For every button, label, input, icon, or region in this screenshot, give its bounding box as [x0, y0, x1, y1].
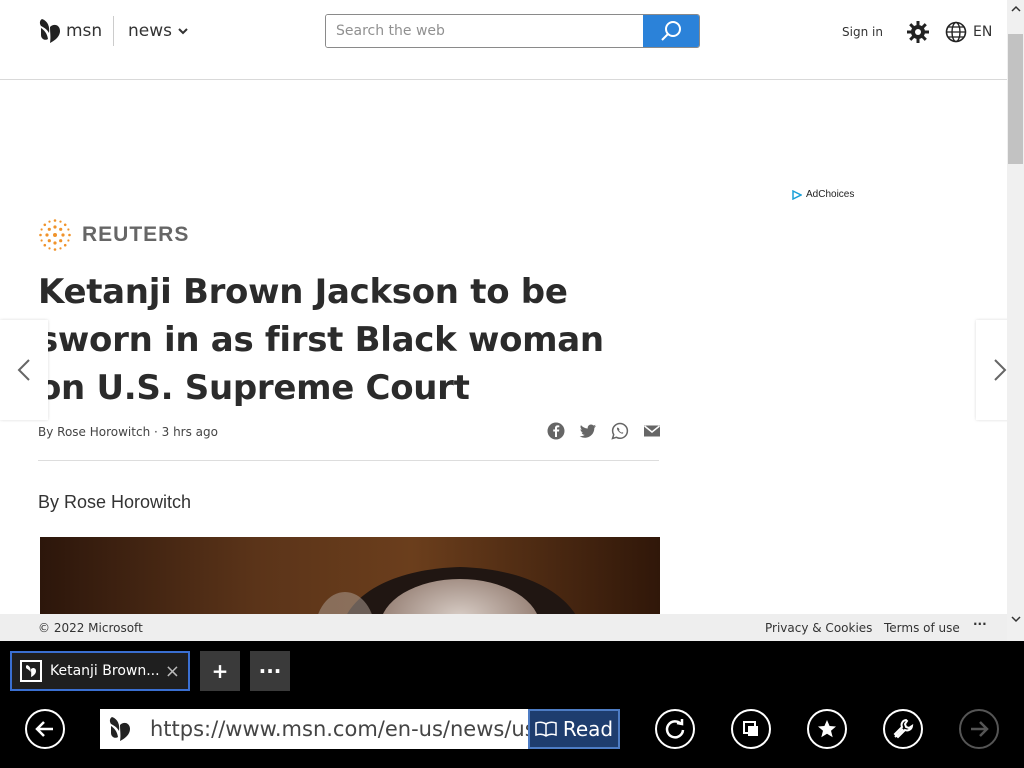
privacy-link[interactable]: Privacy & Cookies [765, 621, 872, 635]
search-input[interactable] [326, 15, 643, 47]
refresh-icon [665, 719, 685, 739]
scroll-up-button[interactable] [1007, 0, 1024, 16]
adchoices-link[interactable]: AdChoices [792, 189, 854, 200]
scroll-down-button[interactable] [1007, 611, 1024, 627]
adchoices-icon [792, 189, 802, 200]
byline-meta: By Rose Horowitch · 3 hrs ago [38, 425, 218, 439]
read-label: Read [562, 717, 614, 741]
settings-button[interactable] [906, 20, 930, 48]
refresh-button[interactable] [655, 709, 695, 749]
article-headline: Ketanji Brown Jackson to be sworn in as … [38, 272, 604, 408]
page-footer: © 2022 Microsoft Privacy & Cookies Terms… [0, 614, 1007, 641]
twitter-share-button[interactable] [579, 422, 597, 444]
browser-tab[interactable]: Ketanji Brown... × [10, 651, 190, 691]
star-icon [818, 720, 836, 738]
site-favicon-icon [100, 709, 140, 749]
copyright-text: © 2022 Microsoft [38, 621, 143, 635]
chevron-up-icon [1010, 5, 1021, 12]
language-label: EN [973, 24, 993, 40]
msn-favicon-icon [20, 660, 42, 682]
logo-text: msn [66, 21, 103, 41]
scroll-thumb[interactable] [1008, 34, 1023, 164]
terms-link[interactable]: Terms of use [884, 621, 960, 635]
new-tab-button[interactable]: + [200, 651, 240, 691]
page-tools-button[interactable] [883, 709, 923, 749]
search-box [325, 14, 700, 48]
mail-icon [644, 425, 660, 437]
email-share-button[interactable] [643, 422, 661, 444]
tab-options-button[interactable]: ··· [250, 651, 290, 691]
wrench-icon [893, 718, 914, 739]
source-name: REUTERS [82, 223, 190, 246]
forward-button[interactable] [959, 709, 999, 749]
web-viewport: msn news Sign in [0, 0, 1024, 641]
facebook-icon [547, 422, 565, 440]
back-arrow-icon [35, 721, 53, 737]
pin-page-icon [743, 721, 758, 736]
search-icon [661, 21, 681, 41]
header-divider [113, 16, 114, 46]
facebook-share-button[interactable] [547, 422, 565, 444]
language-selector[interactable]: EN [945, 21, 992, 43]
gear-icon [907, 21, 929, 43]
chevron-down-icon [1010, 615, 1021, 622]
msn-logo[interactable]: msn [38, 17, 102, 45]
chevron-left-icon [17, 359, 30, 381]
chevron-down-icon [178, 27, 188, 34]
search-button[interactable] [643, 15, 699, 47]
favorites-button[interactable] [807, 709, 847, 749]
reading-view-button[interactable]: Read [528, 709, 620, 749]
address-bar: https://www.msn.com/en-us/news/us/ke Rea… [100, 709, 620, 749]
twitter-icon [579, 424, 596, 438]
site-header: msn news Sign in [0, 0, 1007, 80]
tabs-view-button[interactable] [731, 709, 771, 749]
sign-in-link[interactable]: Sign in [842, 25, 883, 39]
adchoices-label: AdChoices [806, 189, 855, 200]
previous-article-button[interactable] [0, 320, 48, 420]
reuters-logo-icon [39, 219, 71, 251]
article-byline: By Rose Horowitch [38, 492, 192, 512]
close-tab-button[interactable]: × [165, 661, 180, 682]
section-label: news [128, 21, 172, 41]
forward-arrow-icon [971, 721, 989, 737]
whatsapp-share-button[interactable] [611, 422, 629, 444]
share-bar [547, 422, 661, 444]
article-divider [38, 460, 659, 461]
url-input[interactable]: https://www.msn.com/en-us/news/us/ke [140, 709, 528, 749]
vertical-scrollbar[interactable] [1007, 0, 1024, 641]
chevron-right-icon [994, 359, 1007, 381]
footer-more-button[interactable]: ··· [973, 617, 987, 631]
back-button[interactable] [25, 709, 65, 749]
article-source[interactable]: REUTERS [38, 218, 189, 252]
browser-chrome: Ketanji Brown... × + ··· https://www.msn… [0, 641, 1024, 768]
globe-icon [945, 21, 967, 43]
msn-butterfly-icon [39, 19, 60, 43]
section-dropdown[interactable]: news [128, 21, 188, 41]
whatsapp-icon [611, 422, 629, 440]
book-icon [535, 721, 557, 737]
tab-title: Ketanji Brown... [50, 663, 160, 679]
